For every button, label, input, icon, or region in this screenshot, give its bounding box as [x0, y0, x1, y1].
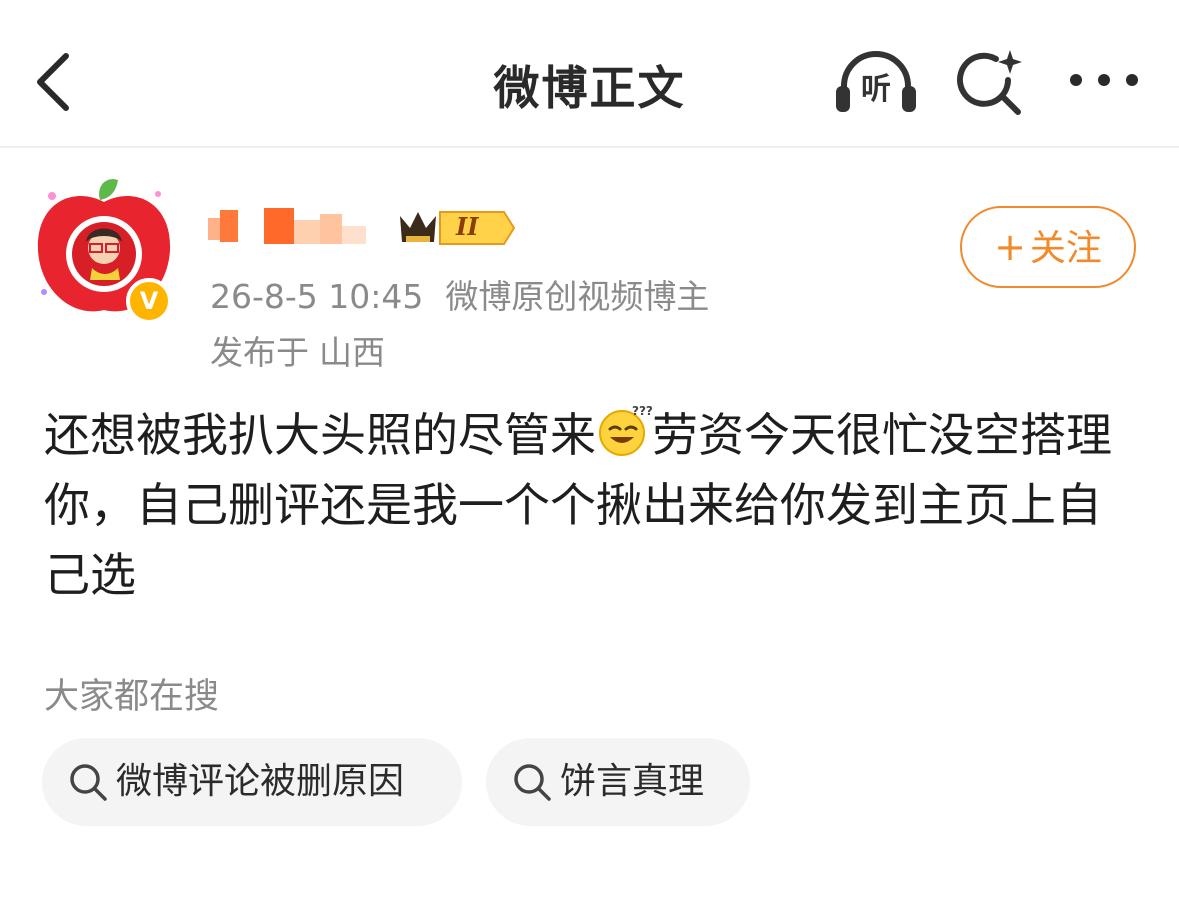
location-name: 山西 [319, 333, 385, 372]
post-text-part-1: 还想被我扒大头照的尽管来 [44, 408, 596, 462]
search-icon [70, 764, 107, 801]
svg-text:???: ??? [632, 404, 652, 418]
redacted-username-mosaic [208, 208, 366, 244]
weibo-post-page: 微博正文 听 V II 26-8-5 10:45 微博原创视频博主 发布于 山西… [0, 0, 1179, 901]
chip-label: 微博评论被删原因 [116, 761, 405, 802]
more-dots-icon [1070, 74, 1138, 86]
level-text: II [456, 212, 479, 241]
plus-icon: + [994, 225, 1026, 269]
user-level-badge: II [398, 206, 518, 250]
listen-label: 听 [861, 72, 891, 107]
post-content: 还想被我扒大头照的尽管来??? 劳资今天很忙没空搭理你，自己删评还是我一个个揪出来… [44, 400, 1144, 610]
chip-label: 饼言真理 [560, 761, 705, 802]
sparkle-search-icon [957, 50, 1022, 115]
follow-button[interactable]: + 关注 [960, 206, 1136, 288]
trending-search-chip[interactable]: 饼言真理 [486, 738, 750, 826]
follow-label: 关注 [1029, 228, 1102, 269]
trending-search-chip[interactable]: 微博评论被删原因 [42, 738, 462, 826]
verified-badge: V [126, 278, 172, 324]
trending-search-label: 大家都在搜 [44, 677, 220, 717]
listen-button[interactable]: 听 [832, 46, 920, 116]
author-role: 微博原创视频博主 [445, 277, 710, 316]
username-redacted[interactable] [208, 206, 368, 250]
post-location: 发布于 山西 [210, 326, 385, 374]
thinking-grin-emoji: ??? [599, 404, 652, 456]
post-meta: 26-8-5 10:45 微博原创视频博主 [210, 270, 709, 318]
search-icon [514, 764, 551, 801]
more-options-button[interactable] [1066, 60, 1142, 100]
search-button[interactable] [952, 46, 1026, 120]
location-prefix: 发布于 [210, 333, 309, 372]
post-timestamp: 26-8-5 10:45 [210, 277, 424, 316]
top-navigation-bar: 微博正文 听 [0, 0, 1179, 148]
